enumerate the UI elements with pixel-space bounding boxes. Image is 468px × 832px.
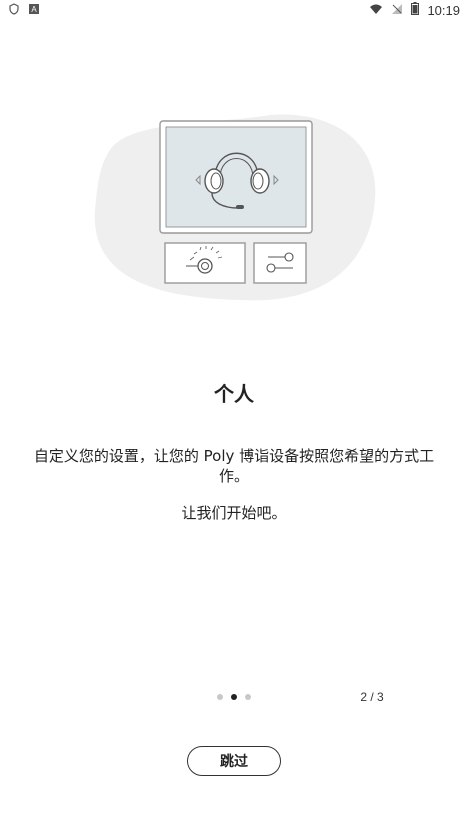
status-left: A [8, 2, 40, 18]
no-signal-icon [391, 3, 403, 18]
page-dot-1 [217, 694, 223, 700]
svg-text:A: A [31, 5, 37, 14]
status-bar: A 10:19 [0, 0, 468, 20]
skip-button[interactable]: 跳过 [187, 746, 281, 776]
description-text: 自定义您的设置，让您的 Poly 博诣设备按照您希望的方式工作。 [33, 447, 435, 485]
page-count: 2 / 3 [360, 690, 384, 704]
battery-icon [411, 2, 420, 18]
status-right: 10:19 [369, 2, 460, 18]
page-dot-2 [231, 694, 237, 700]
skip-button-label: 跳过 [220, 754, 248, 770]
personal-illustration [90, 110, 380, 310]
a-icon: A [28, 3, 40, 18]
page-dot-3 [245, 694, 251, 700]
wifi-icon [369, 3, 383, 18]
shield-icon [8, 2, 20, 18]
page-title: 个人 [214, 382, 254, 406]
lets-start-text: 让我们开始吧。 [181, 504, 287, 522]
page-indicator-dots [0, 694, 468, 700]
status-time: 10:19 [427, 2, 460, 18]
